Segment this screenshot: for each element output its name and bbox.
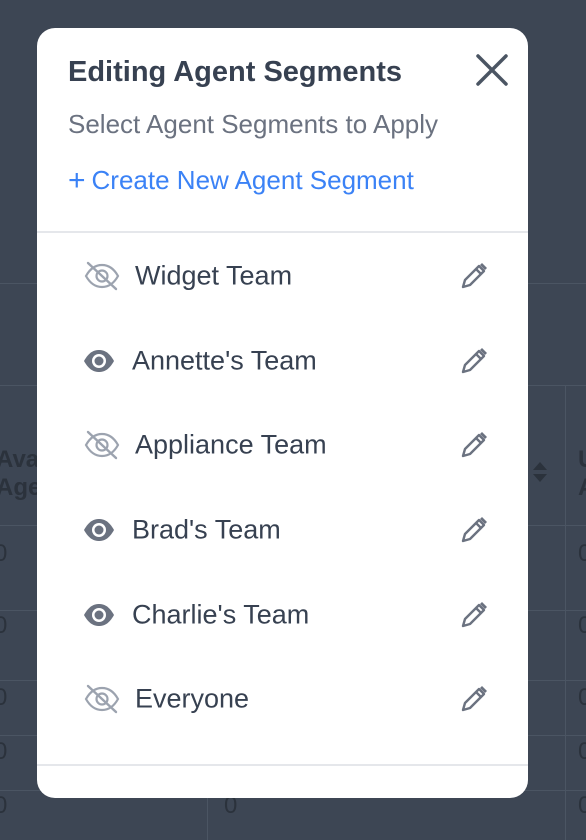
visibility-toggle[interactable] (83, 600, 121, 630)
pencil-icon (461, 517, 487, 543)
bg-cell: 0 (0, 738, 8, 765)
close-button[interactable] (472, 50, 512, 90)
eye-slash-icon (84, 262, 120, 291)
segment-item: Widget Team (37, 234, 528, 319)
bg-cell: 0 (0, 540, 8, 567)
segment-item: Appliance Team (37, 403, 528, 488)
segment-label: Charlie's Team (132, 599, 310, 630)
visibility-toggle[interactable] (83, 261, 121, 291)
close-icon (476, 54, 508, 86)
eye-icon (84, 603, 114, 626)
edit-segment-button[interactable] (458, 683, 490, 715)
pencil-icon (461, 601, 487, 627)
modal-subtitle: Select Agent Segments to Apply (68, 109, 439, 139)
eye-icon (84, 349, 114, 372)
visibility-toggle[interactable] (83, 346, 121, 376)
bg-cell: 0 (578, 684, 586, 711)
pencil-icon (461, 347, 487, 374)
segment-item: Brad's Team (37, 488, 528, 573)
eye-icon (84, 519, 114, 542)
segment-list: Widget Team Annette's Team Appliance Tea… (37, 234, 528, 742)
bg-cell: 0 (0, 792, 8, 819)
visibility-toggle[interactable] (83, 684, 121, 714)
eye-slash-icon (84, 685, 120, 714)
create-segment-label: Create New Agent Segment (91, 165, 414, 195)
segment-label: Brad's Team (132, 514, 281, 545)
pencil-icon (461, 686, 487, 712)
bg-column-divider (565, 385, 566, 840)
segment-item: Annette's Team (37, 319, 528, 404)
visibility-toggle[interactable] (83, 515, 121, 545)
edit-segment-button[interactable] (458, 429, 490, 461)
segment-item: Everyone (37, 657, 528, 742)
bg-header: U (578, 446, 586, 474)
bg-header: A (578, 474, 586, 502)
header-divider (37, 231, 528, 233)
segments-modal: Editing Agent Segments Select Agent Segm… (37, 28, 528, 798)
segment-label: Widget Team (135, 260, 293, 291)
bg-cell: 0 (578, 540, 586, 567)
plus-icon: + (68, 163, 86, 197)
segment-label: Annette's Team (132, 345, 317, 376)
sort-icon (533, 462, 547, 482)
bg-cell: 0 (578, 792, 586, 819)
bg-cell: 0 (578, 612, 586, 639)
eye-slash-icon (84, 431, 120, 460)
edit-segment-button[interactable] (458, 514, 490, 546)
modal-title: Editing Agent Segments (68, 56, 403, 88)
edit-segment-button[interactable] (458, 260, 490, 292)
create-segment-link[interactable]: + Create New Agent Segment (68, 165, 414, 196)
segment-item: Charlie's Team (37, 572, 528, 657)
footer-divider (37, 764, 528, 766)
edit-segment-button[interactable] (458, 599, 490, 631)
bg-cell: 0 (578, 738, 586, 765)
bg-cell: 0 (0, 684, 8, 711)
pencil-icon (461, 432, 487, 458)
segment-label: Appliance Team (135, 429, 327, 460)
segment-label: Everyone (135, 683, 250, 714)
bg-header: Ava (0, 446, 40, 473)
bg-header: Age (0, 474, 42, 501)
pencil-icon (461, 263, 487, 289)
bg-cell: 0 (0, 612, 8, 639)
edit-segment-button[interactable] (458, 345, 490, 377)
visibility-toggle[interactable] (83, 430, 121, 460)
